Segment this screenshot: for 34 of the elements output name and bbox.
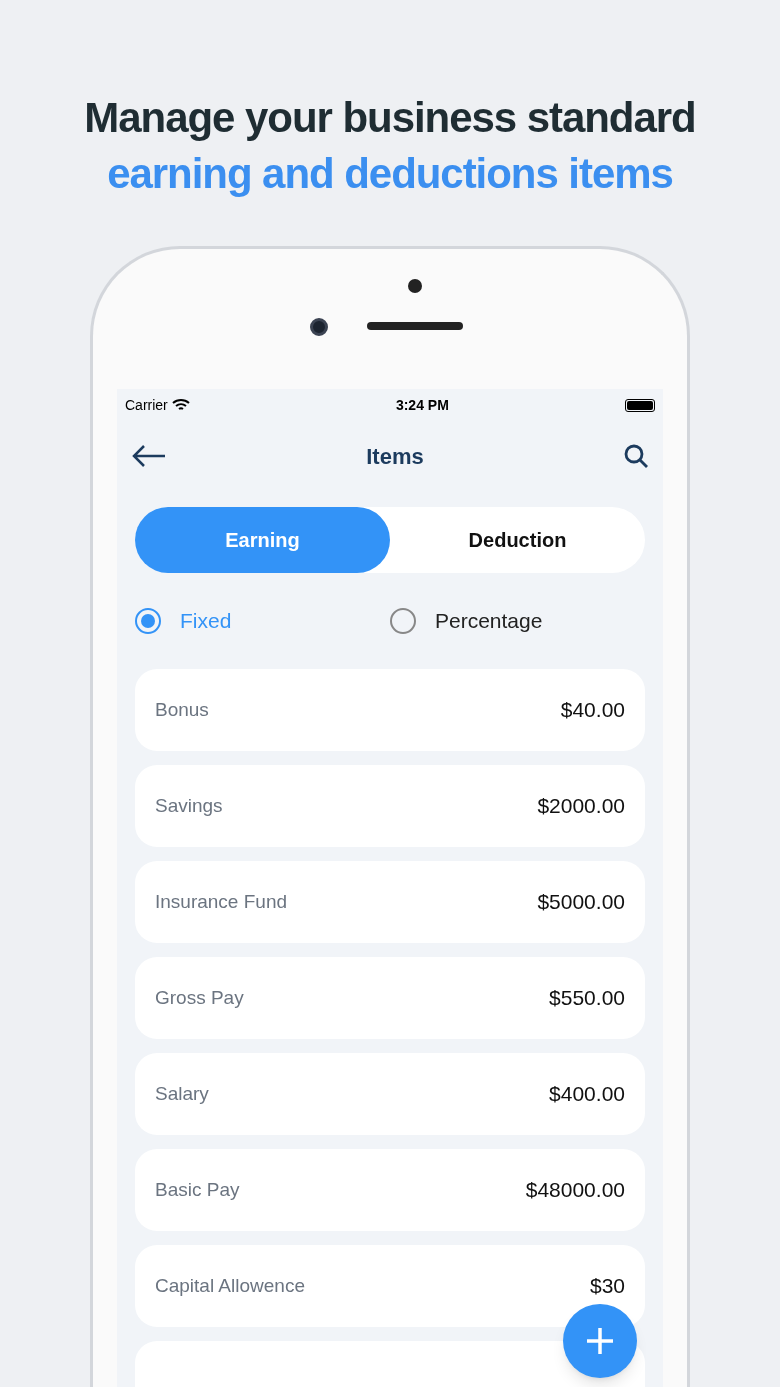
item-amount: $40.00	[560, 697, 625, 724]
carrier-label: Carrier	[125, 395, 168, 415]
item-name: Insurance Fund	[155, 889, 288, 914]
headline: Manage your business standard	[84, 93, 696, 143]
item-name: Capital Allowence	[155, 1273, 305, 1298]
item-card[interactable]: Insurance Fund $5000.00	[135, 861, 645, 943]
item-amount: $2000.00	[537, 793, 625, 820]
clock-time: 3:24 PM	[395, 395, 449, 415]
item-amount: $400.00	[549, 1081, 625, 1108]
headline: earning and deductions items	[107, 149, 673, 199]
item-card[interactable]: Savings $2000.00	[135, 765, 645, 847]
item-card[interactable]: Basic Pay $48000.00	[135, 1149, 645, 1231]
camera-lens	[310, 318, 328, 336]
item-name: Bonus	[155, 697, 209, 722]
segment-tab[interactable]: Deduction	[390, 507, 645, 573]
back-arrow-icon	[131, 444, 167, 468]
item-name: Basic Pay	[155, 1177, 240, 1202]
item-name: Savings	[155, 793, 223, 818]
battery-icon	[625, 398, 655, 412]
item-amount: $30	[589, 1273, 625, 1300]
plus-icon	[586, 1327, 614, 1355]
item-name: Gross Pay	[155, 985, 244, 1010]
screen-title: Items	[366, 442, 424, 471]
item-amount: $550.00	[549, 985, 625, 1012]
item-amount: $5000.00	[537, 889, 625, 916]
item-amount: $48000.00	[525, 1177, 625, 1204]
item-card[interactable]: Bonus $40.00	[135, 669, 645, 751]
item-card[interactable]: Capital Allowence $30	[135, 1245, 645, 1327]
item-card[interactable]: Salary $400.00	[135, 1053, 645, 1135]
wifi-icon	[171, 398, 190, 412]
search-icon	[623, 443, 649, 469]
radio-option[interactable]: Percentage	[390, 605, 645, 637]
item-card[interactable]: Gross Pay $550.00	[135, 957, 645, 1039]
item-name: Salary	[155, 1081, 209, 1106]
